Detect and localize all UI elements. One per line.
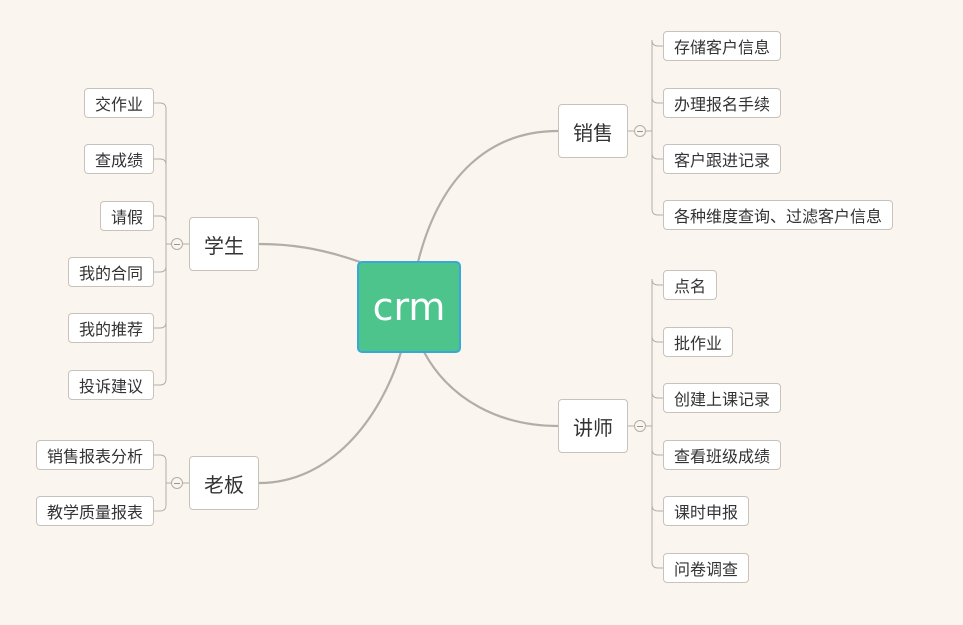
connector-teacher-leaf-4 — [651, 426, 663, 456]
collapse-sales-icon[interactable] — [634, 125, 646, 137]
collapse-boss-icon[interactable] — [171, 477, 183, 489]
leaf-label: 创建上课记录 — [674, 390, 771, 409]
leaf-label: 问卷调查 — [674, 560, 739, 579]
leaf-label: 办理报名手续 — [674, 95, 771, 114]
leaf-label: 各种维度查询、过滤客户信息 — [674, 207, 883, 226]
connector-root-sales — [416, 129, 559, 263]
leaf-student-1[interactable]: 交作业 — [83, 88, 154, 118]
connector-teacher-leaf-2 — [651, 335, 663, 426]
leaf-label: 销售报表分析 — [46, 447, 143, 466]
leaf-student-2[interactable]: 查成绩 — [83, 144, 154, 174]
connector-teacher-leaf-3 — [651, 391, 663, 426]
leaf-teacher-2[interactable]: 批作业 — [663, 327, 734, 357]
leaf-student-4[interactable]: 我的合同 — [67, 257, 154, 287]
connector-teacher-leaf-1 — [651, 278, 663, 426]
connector-teacher-leaf-5 — [651, 426, 663, 512]
branch-boss-label: 老板 — [204, 472, 244, 497]
connector-sales-leaf-4 — [651, 131, 663, 216]
leaf-teacher-1[interactable]: 点名 — [663, 270, 718, 300]
leaf-label: 存储客户信息 — [674, 38, 771, 57]
connector-sales-leaf-1 — [651, 39, 663, 131]
connector-boss-leaf-1 — [154, 454, 167, 483]
connector-root-student — [258, 242, 361, 264]
connector-student-leaf-4 — [154, 244, 167, 273]
leaf-boss-2[interactable]: 教学质量报表 — [35, 496, 154, 526]
leaf-sales-4[interactable]: 各种维度查询、过滤客户信息 — [663, 200, 894, 230]
connector-root-boss — [258, 351, 403, 485]
mindmap-canvas: crm 销售 存储客户信息 办理报名手续 客户跟进记录 各种维度查询、过滤客户信… — [0, 0, 963, 625]
connector-student-leaf-6 — [154, 244, 167, 386]
leaf-teacher-5[interactable]: 课时申报 — [663, 496, 750, 526]
leaf-label: 教学质量报表 — [46, 503, 143, 522]
leaf-label: 我的合同 — [78, 264, 143, 283]
connector-sales-leaf-3 — [651, 131, 663, 160]
leaf-sales-3[interactable]: 客户跟进记录 — [663, 144, 782, 174]
branch-sales[interactable]: 销售 — [558, 104, 628, 158]
root-label: crm — [372, 285, 446, 329]
leaf-label: 批作业 — [674, 334, 723, 353]
leaf-label: 课时申报 — [674, 503, 739, 522]
branch-teacher-label: 讲师 — [573, 415, 613, 440]
collapse-student-icon[interactable] — [171, 238, 183, 250]
branch-teacher[interactable]: 讲师 — [558, 399, 628, 453]
leaf-label: 交作业 — [94, 95, 143, 114]
connector-student-leaf-2 — [154, 158, 167, 244]
branch-sales-label: 销售 — [573, 120, 613, 145]
leaf-boss-1[interactable]: 销售报表分析 — [35, 440, 154, 470]
leaf-teacher-3[interactable]: 创建上课记录 — [663, 383, 782, 413]
connector-sales-leaf-2 — [651, 96, 663, 131]
leaf-label: 客户跟进记录 — [674, 151, 771, 170]
leaf-student-3[interactable]: 请假 — [99, 201, 154, 231]
connector-student-leaf-1 — [154, 102, 167, 244]
leaf-label: 查看班级成绩 — [674, 447, 771, 466]
root-node[interactable]: crm — [357, 261, 461, 353]
leaf-teacher-4[interactable]: 查看班级成绩 — [663, 440, 782, 470]
leaf-label: 我的推荐 — [78, 320, 143, 339]
leaf-sales-2[interactable]: 办理报名手续 — [663, 88, 782, 118]
leaf-student-6[interactable]: 投诉建议 — [67, 370, 154, 400]
connector-boss-leaf-2 — [154, 483, 167, 512]
branch-student[interactable]: 学生 — [189, 217, 259, 271]
leaf-label: 点名 — [674, 277, 707, 296]
leaf-sales-1[interactable]: 存储客户信息 — [663, 31, 782, 61]
connector-student-leaf-5 — [154, 244, 167, 329]
leaf-label: 投诉建议 — [78, 377, 143, 396]
collapse-teacher-icon[interactable] — [634, 420, 646, 432]
connector-student-leaf-3 — [154, 215, 167, 244]
branch-student-label: 学生 — [204, 233, 244, 258]
connector-root-teacher — [423, 351, 559, 428]
leaf-teacher-6[interactable]: 问卷调查 — [663, 553, 750, 583]
leaf-label: 查成绩 — [94, 151, 143, 170]
leaf-label: 请假 — [110, 208, 143, 227]
branch-boss[interactable]: 老板 — [189, 456, 259, 510]
leaf-student-5[interactable]: 我的推荐 — [67, 313, 154, 343]
connector-teacher-leaf-6 — [651, 426, 663, 569]
